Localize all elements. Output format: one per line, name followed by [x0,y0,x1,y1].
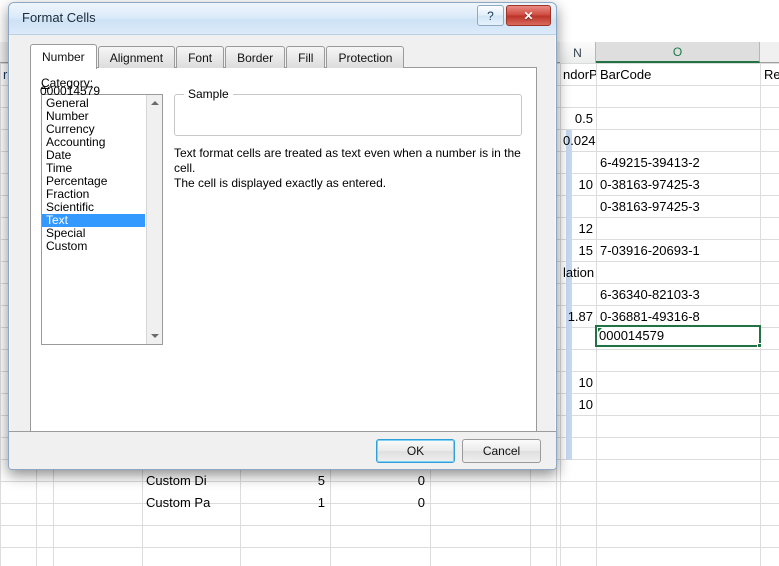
category-list-items: GeneralNumberCurrencyAccountingDateTimeP… [42,97,145,253]
grid-row-line [0,547,779,548]
grid-col-line [760,63,761,566]
category-listbox[interactable]: GeneralNumberCurrencyAccountingDateTimeP… [41,94,163,345]
category-item-custom[interactable]: Custom [42,240,145,253]
cell-o-7[interactable]: 7-03916-20693-1 [597,240,759,261]
cell-n-2[interactable]: 0.024 [560,130,596,151]
scroll-down-icon[interactable] [147,328,163,344]
close-icon[interactable]: ✕ [506,5,551,26]
tab-alignment[interactable]: Alignment [98,46,175,68]
tab-label: Font [188,51,212,65]
cell-text: ndorPri [563,67,596,82]
cell-n-14[interactable]: 10 [560,394,596,415]
bottom-cell-qty-1[interactable]: 1 [240,492,328,513]
description-line-1: Text format cells are treated as text ev… [174,146,526,176]
scroll-up-glyph [151,101,159,105]
column-header-O-label: O [673,45,682,59]
dialog-button-bar: OK Cancel [9,431,556,469]
cancel-button-label: Cancel [483,444,520,458]
scroll-down-glyph [151,334,159,338]
column-header-N[interactable]: N [560,42,596,63]
cell-text: Re [764,67,779,82]
sample-groupbox: Sample [174,94,522,136]
tab-fill[interactable]: Fill [286,46,325,68]
cell-o-5[interactable]: 0-38163-97425-3 [597,196,759,217]
dialog-titlebar[interactable]: Format Cells ? ✕ [9,3,556,35]
column-header-N-label: N [573,46,582,60]
active-cell-O[interactable]: 000014579 [595,325,761,347]
cell-o-4[interactable]: 0-38163-97425-3 [597,174,759,195]
cell-header-next-column[interactable]: Re [761,64,779,85]
dialog-tabstrip: Number Alignment Font Border Fill Protection [30,44,405,68]
cell-o-3[interactable]: 6-49215-39413-2 [597,152,759,173]
cancel-button[interactable]: Cancel [462,439,541,463]
bottom-cell-name-1[interactable]: Custom Pa [143,492,238,513]
category-description: Text format cells are treated as text ev… [174,146,526,191]
cell-n-13[interactable]: 10 [560,372,596,393]
ok-button-label: OK [407,444,424,458]
help-glyph: ? [487,9,494,23]
help-icon[interactable]: ? [477,5,504,26]
active-cell-value: 000014579 [597,327,759,345]
column-header-O[interactable]: O [596,42,760,63]
tab-label: Fill [298,51,313,65]
bottom-cell-name-0[interactable]: Custom Di [143,470,238,491]
cell-n-6[interactable]: 12 [560,218,596,239]
close-glyph: ✕ [523,9,533,23]
tab-number[interactable]: Number [30,44,97,69]
app-root: N O ndorPri BarCode Re re 0.50.0246-4921… [0,0,779,566]
tab-protection[interactable]: Protection [326,46,404,68]
category-list-scrollbar[interactable] [146,95,162,344]
cell-n-7[interactable]: 15 [560,240,596,261]
bottom-cell-val-1[interactable]: 0 [330,492,428,513]
fill-handle[interactable] [757,343,762,348]
tab-border[interactable]: Border [225,46,285,68]
active-cell-marker [598,328,602,332]
number-tab-panel: Category: GeneralNumberCurrencyAccountin… [30,67,537,432]
cell-n-10[interactable]: 1.87 [560,306,596,327]
cell-n-4[interactable]: 10 [560,174,596,195]
tab-label: Number [42,50,85,64]
dialog-title: Format Cells [22,10,96,25]
sample-group-title: Sample [184,87,233,101]
cell-o-9[interactable]: 6-36340-82103-3 [597,284,759,305]
scroll-up-icon[interactable] [147,95,163,111]
sample-value: 000014579 [40,84,100,98]
grid-row-line [0,525,779,526]
cell-o-10[interactable]: 0-36881-49316-8 [597,306,759,327]
bottom-cell-qty-0[interactable]: 5 [240,470,328,491]
cell-header-barcode[interactable]: BarCode [597,64,759,85]
cell-n-1[interactable]: 0.5 [560,108,596,129]
description-line-2: The cell is displayed exactly as entered… [174,176,526,191]
tab-label: Protection [338,51,392,65]
format-cells-dialog: Format Cells ? ✕ Number Alignment Font Bord… [8,2,557,470]
cell-text: BarCode [600,67,651,82]
tab-font[interactable]: Font [176,46,224,68]
tab-label: Border [237,51,273,65]
grid-col-line [0,63,1,566]
cell-n-8[interactable]: lation [560,262,596,283]
tab-label: Alignment [110,51,163,65]
bottom-cell-val-0[interactable]: 0 [330,470,428,491]
ok-button[interactable]: OK [376,439,455,463]
cell-header-vendorprice[interactable]: ndorPri [560,64,596,85]
